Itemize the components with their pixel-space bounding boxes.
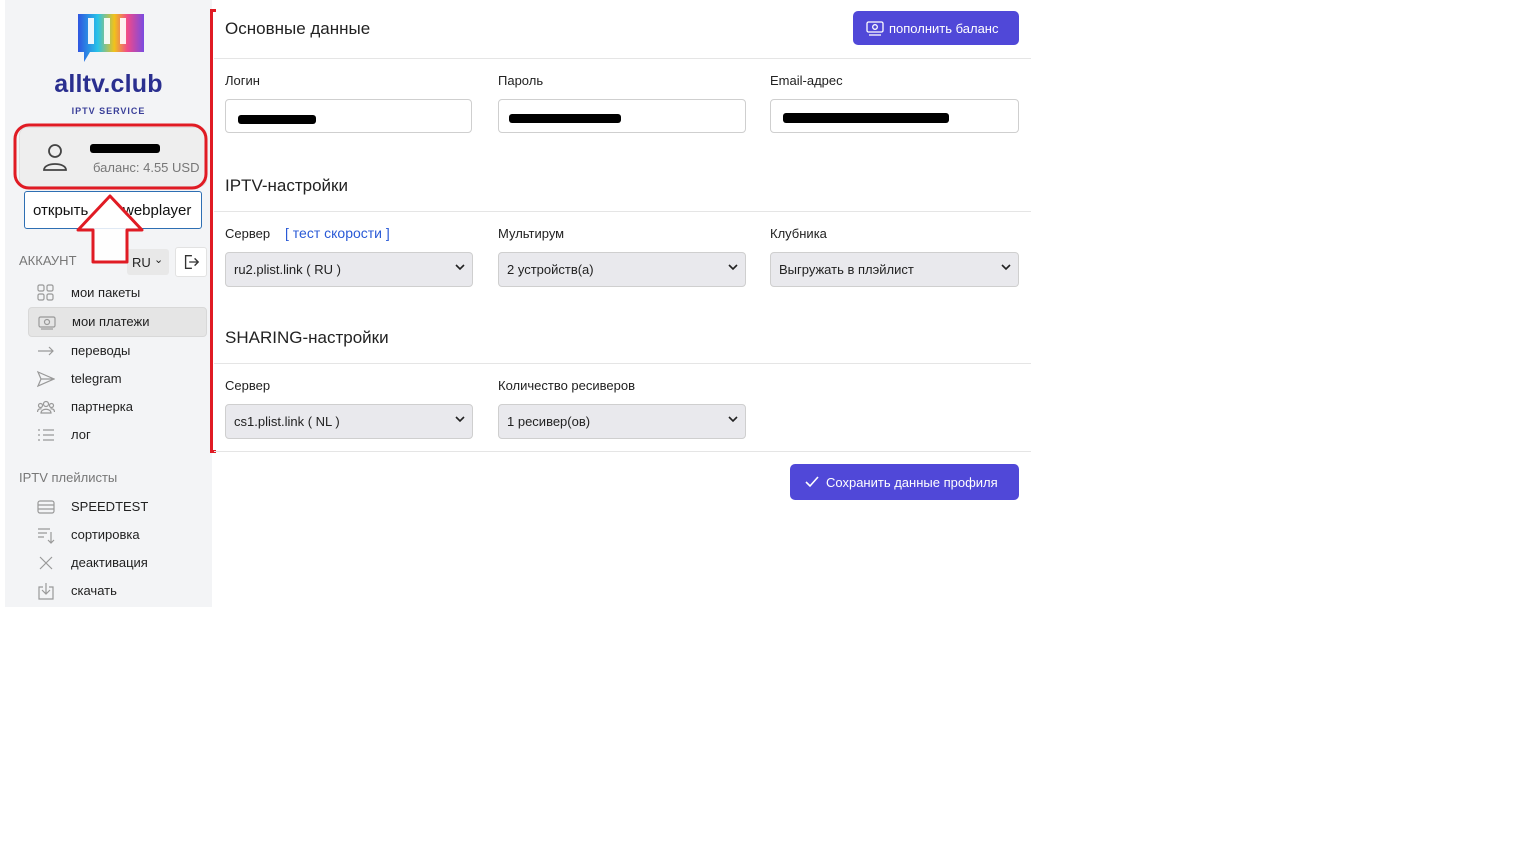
arrow-right-icon (38, 346, 54, 356)
close-icon (39, 556, 53, 570)
chevron-down-icon: ⌄ (154, 254, 164, 266)
sidebar-item-label: мои пакеты (71, 285, 141, 300)
multiroom-label: Мультирум (498, 226, 565, 241)
sidebar-item-label: партнерка (71, 399, 134, 414)
sidebar-item-download[interactable]: скачать (28, 577, 205, 605)
chevron-down-icon (728, 416, 738, 423)
open-webplayer-button[interactable]: открыть webplayer (24, 191, 202, 229)
strawberry-select[interactable]: Выгружать в плэйлист (770, 252, 1019, 287)
webplayer-label-right: webplayer (123, 202, 192, 219)
divider (214, 58, 1031, 59)
sidebar-item-telegram[interactable]: telegram (28, 365, 205, 393)
chevron-down-icon (1001, 264, 1011, 271)
chevron-down-icon (728, 264, 738, 271)
sidebar-item-label: telegram (71, 371, 122, 386)
password-label: Пароль (498, 73, 544, 88)
sidebar-item-label: мои платежи (72, 314, 150, 329)
user-card[interactable]: баланс: 4.55 USD (19, 127, 207, 187)
user-icon (43, 144, 67, 171)
grid-icon (37, 284, 54, 301)
check-icon (805, 476, 819, 488)
language-select[interactable]: RU ⌄ (127, 249, 169, 275)
username-redacted (90, 144, 160, 153)
login-redacted (238, 115, 316, 124)
sidebar-item-label: деактивация (71, 555, 148, 570)
password-redacted (509, 114, 621, 123)
sidebar-item-packages[interactable]: мои пакеты (28, 279, 205, 307)
divider (214, 451, 1031, 452)
sharing-server-select-value: cs1.plist.link ( NL ) (234, 414, 340, 429)
server-select[interactable]: ru2.plist.link ( RU ) (225, 252, 473, 287)
email-redacted (783, 113, 949, 123)
save-profile-label: Сохранить данные профиля (826, 475, 998, 490)
sidebar-item-partner[interactable]: партнерка (28, 393, 205, 421)
server-label: Сервер (225, 226, 271, 241)
sidebar-item-transfers[interactable]: переводы (28, 337, 205, 365)
basic-data-title: Основные данные (225, 19, 371, 38)
sidebar-item-speedtest[interactable]: SPEEDTEST (28, 493, 205, 521)
download-icon (38, 583, 54, 600)
server-icon (37, 500, 55, 514)
password-field[interactable] (498, 99, 746, 133)
profile-form: Основные данные пополнить баланс Логин П… (214, 0, 1031, 520)
language-value: RU (132, 255, 151, 270)
login-field[interactable] (225, 99, 472, 133)
webplayer-label-left: открыть (33, 202, 89, 219)
topup-balance-label: пополнить баланс (889, 21, 999, 36)
email-field[interactable] (770, 99, 1019, 133)
server-select-value: ru2.plist.link ( RU ) (234, 262, 341, 277)
account-section-title: АККАУНТ (19, 253, 77, 268)
sidebar-item-label: лог (71, 427, 91, 442)
sharing-server-label: Сервер (225, 378, 271, 393)
iptv-settings-title: IPTV-настройки (225, 176, 348, 195)
playlists-section-title: IPTV плейлисты (19, 470, 118, 485)
sidebar-item-deactivation[interactable]: деактивация (28, 549, 205, 577)
sidebar-item-label: SPEEDTEST (71, 499, 149, 514)
logo-mark-icon (78, 14, 144, 62)
strawberry-select-value: Выгружать в плэйлист (779, 262, 914, 277)
sort-icon (38, 528, 55, 544)
logout-button[interactable] (175, 247, 207, 277)
receivers-select[interactable]: 1 ресивер(ов) (498, 404, 746, 439)
chevron-down-icon (455, 264, 465, 271)
sidebar-item-label: сортировка (71, 527, 140, 542)
login-label: Логин (225, 73, 260, 88)
balance-text: баланс: 4.55 USD (93, 160, 200, 175)
logo[interactable]: alltv.club IPTV SERVICE (5, 6, 212, 116)
save-profile-button[interactable]: Сохранить данные профиля (790, 464, 1019, 500)
list-icon (38, 429, 54, 441)
divider (214, 363, 1031, 364)
telegram-icon (37, 370, 55, 388)
topup-balance-button[interactable]: пополнить баланс (853, 11, 1019, 45)
receivers-select-value: 1 ресивер(ов) (507, 414, 591, 429)
divider (214, 211, 1031, 212)
sidebar: alltv.club IPTV SERVICE баланс: 4.55 USD… (5, 0, 212, 607)
payment-icon (866, 21, 884, 36)
payment-icon (38, 316, 56, 330)
sidebar-item-sorting[interactable]: сортировка (28, 521, 205, 549)
sidebar-item-payments[interactable]: мои платежи (28, 307, 207, 337)
sharing-settings-title: SHARING-настройки (225, 328, 389, 347)
email-label: Email-адрес (770, 73, 843, 88)
logout-icon (184, 255, 200, 269)
multiroom-select-value: 2 устройств(а) (507, 262, 594, 277)
strawberry-label: Клубника (770, 226, 827, 241)
logo-text: alltv.club (54, 70, 163, 98)
receivers-label: Количество ресиверов (498, 378, 636, 393)
chevron-down-icon (455, 416, 465, 423)
logo-subtitle: IPTV SERVICE (71, 106, 146, 116)
people-icon (37, 400, 55, 414)
sidebar-item-label: скачать (71, 583, 117, 598)
speedtest-link[interactable]: [ тест скорости ] (285, 225, 390, 241)
multiroom-select[interactable]: 2 устройств(а) (498, 252, 746, 287)
sidebar-item-log[interactable]: лог (28, 421, 205, 449)
sharing-server-select[interactable]: cs1.plist.link ( NL ) (225, 404, 473, 439)
sidebar-item-label: переводы (71, 343, 131, 358)
